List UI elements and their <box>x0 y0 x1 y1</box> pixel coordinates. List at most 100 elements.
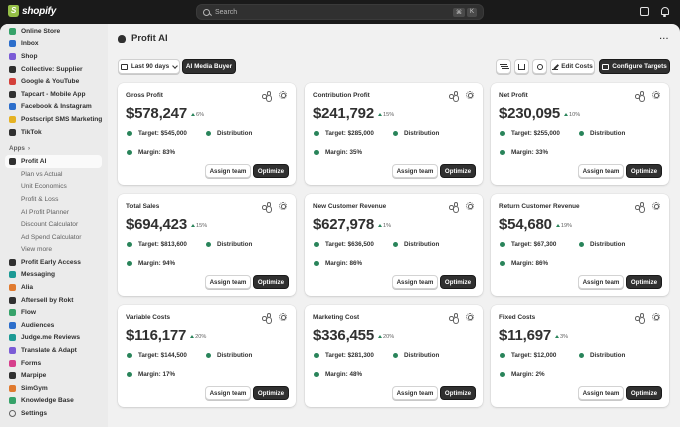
distribution-chip[interactable]: Distribution <box>201 348 257 362</box>
optimize-button[interactable]: Optimize <box>440 275 476 289</box>
target-chip[interactable]: Target: $813,600 <box>122 237 192 251</box>
optimize-button[interactable]: Optimize <box>253 275 289 289</box>
assign-team-button[interactable]: Assign team <box>392 275 438 289</box>
distribution-chip[interactable]: Distribution <box>201 126 257 140</box>
sidebar-item-forms[interactable]: Forms <box>0 357 108 370</box>
margin-chip[interactable]: Margin: 94% <box>122 256 180 270</box>
filter-button[interactable] <box>496 59 511 74</box>
optimize-button[interactable]: Optimize <box>253 386 289 400</box>
assign-team-button[interactable]: Assign team <box>392 386 438 400</box>
optimize-button[interactable]: Optimize <box>440 386 476 400</box>
share-icon[interactable] <box>635 202 644 210</box>
store-icon[interactable] <box>640 7 649 16</box>
sidebar-item-shop[interactable]: Shop <box>0 50 108 63</box>
assign-team-button[interactable]: Assign team <box>205 386 251 400</box>
refresh-button[interactable] <box>532 59 547 74</box>
sidebar-item-translate[interactable]: Translate & Adapt <box>0 344 108 357</box>
optimize-button[interactable]: Optimize <box>440 164 476 178</box>
share-icon[interactable] <box>635 313 644 321</box>
settings-gear-icon[interactable] <box>652 91 660 99</box>
margin-chip[interactable]: Margin: 83% <box>122 145 180 159</box>
settings-gear-icon[interactable] <box>466 313 474 321</box>
target-chip[interactable]: Target: $144,500 <box>122 348 192 362</box>
distribution-chip[interactable]: Distribution <box>201 237 257 251</box>
sidebar-item-flow[interactable]: Flow <box>0 306 108 319</box>
share-icon[interactable] <box>449 91 458 99</box>
share-icon[interactable] <box>262 202 271 210</box>
target-chip[interactable]: Target: $281,300 <box>309 348 379 362</box>
sidebar-item-inbox[interactable]: Inbox <box>0 38 108 51</box>
sidebar-item-knowledge-base[interactable]: Knowledge Base <box>0 395 108 408</box>
settings-gear-icon[interactable] <box>279 91 287 99</box>
sidebar-item-online-store[interactable]: Online Store <box>0 25 108 38</box>
assign-team-button[interactable]: Assign team <box>578 164 624 178</box>
sidebar-item-tiktok[interactable]: TikTok <box>0 126 108 139</box>
share-icon[interactable] <box>449 313 458 321</box>
target-chip[interactable]: Target: $255,000 <box>495 126 565 140</box>
share-icon[interactable] <box>449 202 458 210</box>
sidebar-item-tapcart[interactable]: Tapcart - Mobile App <box>0 88 108 101</box>
sidebar-item-postscript[interactable]: Postscript SMS Marketing <box>0 113 108 126</box>
sidebar-subitem-discount-calculator[interactable]: Discount Calculator <box>0 218 108 231</box>
margin-chip[interactable]: Margin: 33% <box>495 145 553 159</box>
settings-gear-icon[interactable] <box>466 91 474 99</box>
margin-chip[interactable]: Margin: 86% <box>495 256 553 270</box>
search-input[interactable]: Search ⌘ K <box>196 4 484 20</box>
target-chip[interactable]: Target: $12,000 <box>495 348 561 362</box>
notification-bell-icon[interactable] <box>660 7 669 17</box>
sidebar-item-google[interactable]: Google & YouTube <box>0 75 108 88</box>
target-chip[interactable]: Target: $285,000 <box>309 126 379 140</box>
sidebar-item-judgeme[interactable]: Judge.me Reviews <box>0 332 108 345</box>
margin-chip[interactable]: Margin: 86% <box>309 256 367 270</box>
distribution-chip[interactable]: Distribution <box>574 126 630 140</box>
assign-team-button[interactable]: Assign team <box>578 386 624 400</box>
optimize-button[interactable]: Optimize <box>626 164 662 178</box>
optimize-button[interactable]: Optimize <box>626 275 662 289</box>
sidebar-item-collective[interactable]: Collective: Supplier <box>0 63 108 76</box>
margin-chip[interactable]: Margin: 17% <box>122 367 180 381</box>
edit-costs-button[interactable]: Edit Costs <box>550 59 595 74</box>
share-icon[interactable] <box>635 91 644 99</box>
distribution-chip[interactable]: Distribution <box>388 348 444 362</box>
more-actions-icon[interactable]: ··· <box>660 34 670 43</box>
configure-targets-button[interactable]: Configure Targets <box>599 59 670 74</box>
share-icon[interactable] <box>262 313 271 321</box>
sidebar-item-settings[interactable]: Settings <box>0 407 108 420</box>
sidebar-item-alia[interactable]: Alia <box>0 281 108 294</box>
optimize-button[interactable]: Optimize <box>253 164 289 178</box>
sidebar-subitem-plan-vs-actual[interactable]: Plan vs Actual <box>0 168 108 181</box>
sidebar-subitem-view-more[interactable]: View more <box>0 244 108 257</box>
sidebar-item-facebook[interactable]: Facebook & Instagram <box>0 101 108 114</box>
distribution-chip[interactable]: Distribution <box>388 126 444 140</box>
sidebar-item-profit-ai[interactable]: Profit AI <box>5 155 102 168</box>
sidebar-item-profit-early-access[interactable]: Profit Early Access <box>0 256 108 269</box>
target-chip[interactable]: Target: $67,300 <box>495 237 561 251</box>
shopify-logo[interactable]: shopify <box>8 5 56 17</box>
apps-section-header[interactable]: Apps › <box>0 142 108 155</box>
settings-gear-icon[interactable] <box>652 202 660 210</box>
sidebar-item-marpipe[interactable]: Marpipe <box>0 369 108 382</box>
assign-team-button[interactable]: Assign team <box>205 275 251 289</box>
sidebar-item-audiences[interactable]: Audiences <box>0 319 108 332</box>
export-button[interactable] <box>514 59 529 74</box>
share-icon[interactable] <box>262 91 271 99</box>
distribution-chip[interactable]: Distribution <box>574 348 630 362</box>
sidebar-subitem-unit-economics[interactable]: Unit Economics <box>0 181 108 194</box>
optimize-button[interactable]: Optimize <box>626 386 662 400</box>
target-chip[interactable]: Target: $636,500 <box>309 237 379 251</box>
sidebar-subitem-ad-spend-calculator[interactable]: Ad Spend Calculator <box>0 231 108 244</box>
assign-team-button[interactable]: Assign team <box>578 275 624 289</box>
sidebar-item-messaging[interactable]: Messaging <box>0 269 108 282</box>
distribution-chip[interactable]: Distribution <box>574 237 630 251</box>
sidebar-subitem-ai-profit-planner[interactable]: AI Profit Planner <box>0 206 108 219</box>
target-chip[interactable]: Target: $545,000 <box>122 126 192 140</box>
distribution-chip[interactable]: Distribution <box>388 237 444 251</box>
settings-gear-icon[interactable] <box>279 202 287 210</box>
margin-chip[interactable]: Margin: 2% <box>495 367 550 381</box>
date-range-select[interactable]: Last 90 days <box>118 59 180 74</box>
settings-gear-icon[interactable] <box>652 313 660 321</box>
assign-team-button[interactable]: Assign team <box>205 164 251 178</box>
sidebar-subitem-profit-loss[interactable]: Profit & Loss <box>0 193 108 206</box>
settings-gear-icon[interactable] <box>279 313 287 321</box>
assign-team-button[interactable]: Assign team <box>392 164 438 178</box>
